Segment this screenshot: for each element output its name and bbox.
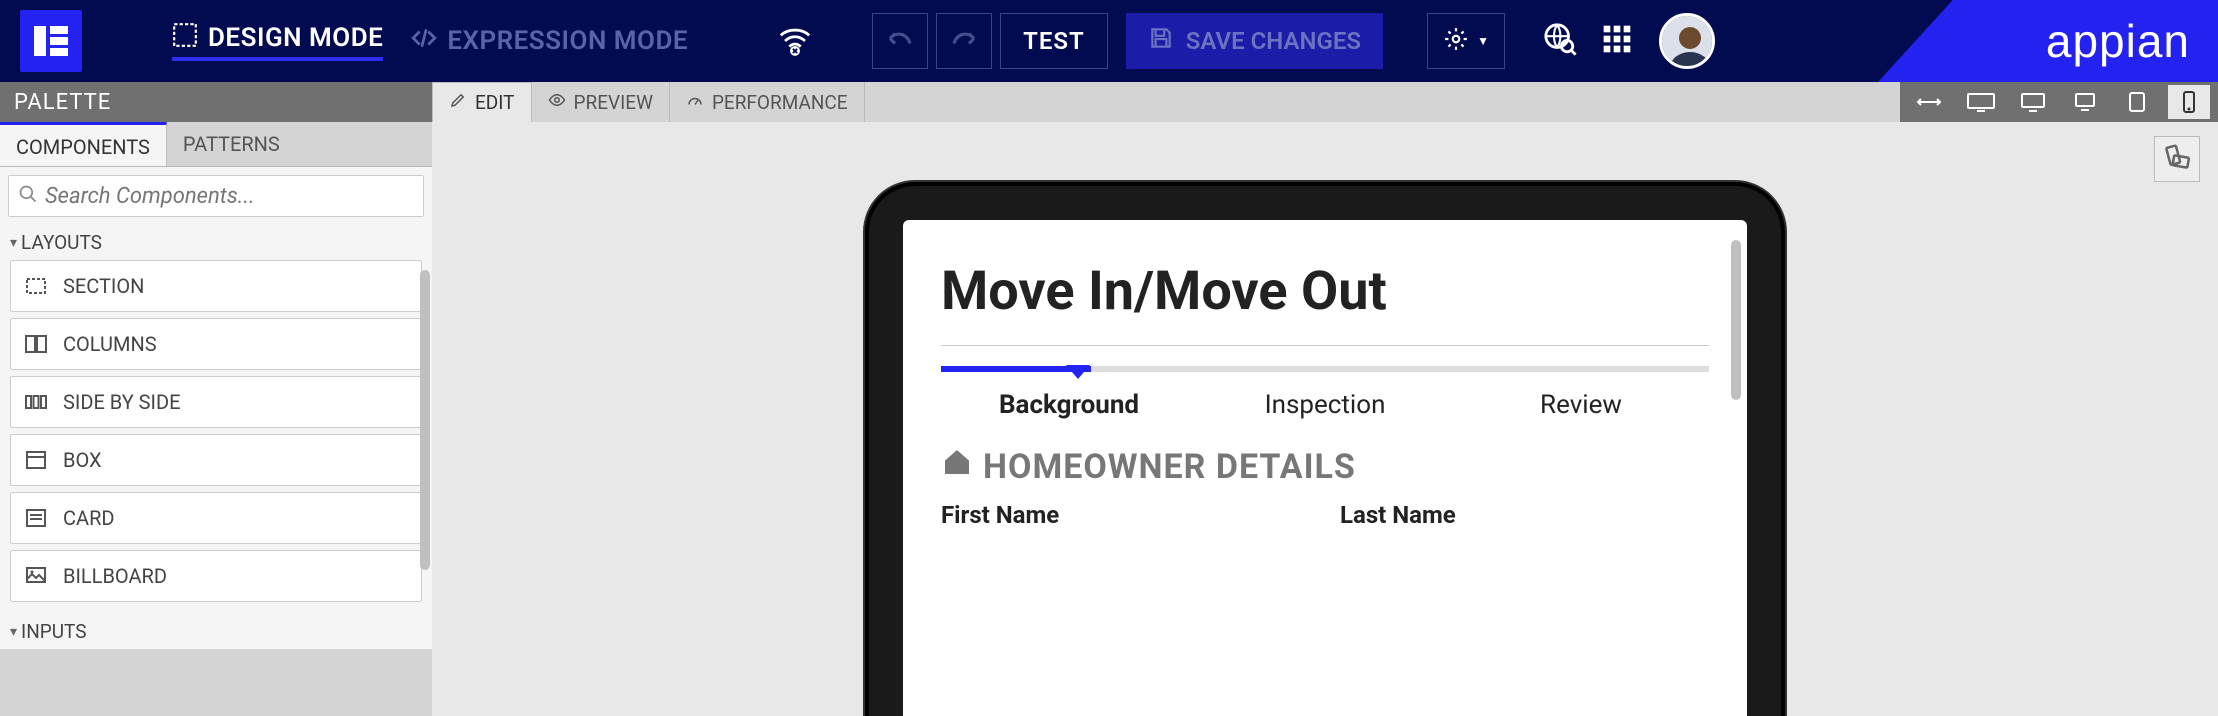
first-name-label: First Name <box>941 501 1310 529</box>
component-label: CARD <box>63 506 115 530</box>
save-button-label: SAVE CHANGES <box>1186 27 1361 55</box>
inputs-group-header[interactable]: INPUTS <box>0 614 432 649</box>
milestone-background[interactable]: Background <box>941 390 1197 420</box>
patterns-tab[interactable]: PATTERNS <box>167 122 296 166</box>
side-by-side-icon <box>23 389 49 415</box>
desktop-narrow-view[interactable] <box>2064 85 2106 119</box>
scrollbar[interactable] <box>1731 240 1741 400</box>
expression-mode-label: EXPRESSION MODE <box>447 26 688 56</box>
component-card[interactable]: CARD <box>10 492 422 544</box>
palette-title: PALETTE <box>0 82 432 122</box>
design-mode-tab[interactable]: DESIGN MODE <box>172 22 383 61</box>
milestone-inspection[interactable]: Inspection <box>1197 390 1453 420</box>
device-preview-bar <box>1900 82 2218 122</box>
component-billboard[interactable]: BILLBOARD <box>10 550 422 602</box>
performance-tab[interactable]: PERFORMANCE <box>670 82 865 122</box>
test-button-label: TEST <box>1023 27 1085 55</box>
component-side-by-side[interactable]: SIDE BY SIDE <box>10 376 422 428</box>
box-icon <box>23 447 49 473</box>
card-icon <box>23 505 49 531</box>
divider <box>941 345 1709 346</box>
app-logo[interactable] <box>20 10 82 72</box>
user-avatar[interactable] <box>1659 13 1715 69</box>
component-label: BOX <box>63 448 102 472</box>
columns-icon <box>23 331 49 357</box>
component-label: SECTION <box>63 274 144 298</box>
expression-mode-icon <box>411 25 437 58</box>
phone-view[interactable] <box>2168 85 2210 119</box>
search-icon <box>18 184 38 208</box>
redo-button[interactable] <box>936 13 992 69</box>
component-section[interactable]: SECTION <box>10 260 422 312</box>
section-header-label: HOMEOWNER DETAILS <box>983 447 1356 487</box>
design-mode-label: DESIGN MODE <box>208 23 383 53</box>
components-tab[interactable]: COMPONENTS <box>0 122 167 166</box>
device-frame: Move In/Move Out Background Inspection R… <box>865 182 1785 716</box>
preview-tab-label: PREVIEW <box>574 91 653 114</box>
gear-icon <box>1443 26 1469 56</box>
edit-tab[interactable]: EDIT <box>432 82 532 122</box>
home-icon <box>941 446 973 487</box>
layouts-group-header[interactable]: LAYOUTS <box>0 225 432 260</box>
canvas-area: EDIT PREVIEW PERFORMANCE <box>432 82 2218 716</box>
palette-panel: PALETTE COMPONENTS PATTERNS LAYOUTS SECT… <box>0 82 432 716</box>
edit-icon <box>449 91 467 114</box>
component-box[interactable]: BOX <box>10 434 422 486</box>
component-label: SIDE BY SIDE <box>63 390 180 414</box>
milestone-review[interactable]: Review <box>1453 390 1709 420</box>
component-label: COLUMNS <box>63 332 157 356</box>
performance-tab-label: PERFORMANCE <box>712 91 848 114</box>
globe-search-icon[interactable] <box>1543 22 1577 60</box>
apps-grid-icon[interactable] <box>1601 23 1633 59</box>
eye-icon <box>548 91 566 114</box>
design-mode-icon <box>172 22 198 55</box>
save-changes-button[interactable]: SAVE CHANGES <box>1126 13 1383 69</box>
billboard-icon <box>23 563 49 589</box>
last-name-label: Last Name <box>1340 501 1709 529</box>
component-columns[interactable]: COLUMNS <box>10 318 422 370</box>
tablet-view[interactable] <box>2116 85 2158 119</box>
device-screen: Move In/Move Out Background Inspection R… <box>903 220 1747 716</box>
milestone-bar: Background Inspection Review <box>941 366 1709 420</box>
expression-mode-tab[interactable]: EXPRESSION MODE <box>411 25 688 58</box>
preview-tab[interactable]: PREVIEW <box>532 82 670 122</box>
fit-width-view[interactable] <box>1908 85 1950 119</box>
test-button[interactable]: TEST <box>1000 13 1108 69</box>
brand-text: appian <box>2046 14 2190 68</box>
search-components-input[interactable] <box>8 175 424 217</box>
chevron-down-icon: ▼ <box>1477 34 1489 48</box>
brand-logo: appian <box>1878 0 2218 82</box>
component-label: BILLBOARD <box>63 564 167 588</box>
gauge-icon <box>686 91 704 114</box>
edit-tab-label: EDIT <box>475 91 515 114</box>
connection-status-icon <box>778 24 812 58</box>
settings-dropdown[interactable]: ▼ <box>1427 13 1505 69</box>
form-title: Move In/Move Out <box>941 260 1709 323</box>
undo-button[interactable] <box>872 13 928 69</box>
desktop-view[interactable] <box>2012 85 2054 119</box>
section-header: HOMEOWNER DETAILS <box>941 446 1709 487</box>
save-icon <box>1148 25 1174 57</box>
desktop-wide-view[interactable] <box>1960 85 2002 119</box>
section-icon <box>23 273 49 299</box>
rotate-orientation-button[interactable] <box>2154 136 2200 182</box>
top-toolbar: DESIGN MODE EXPRESSION MODE TEST SAVE CH… <box>0 0 2218 82</box>
